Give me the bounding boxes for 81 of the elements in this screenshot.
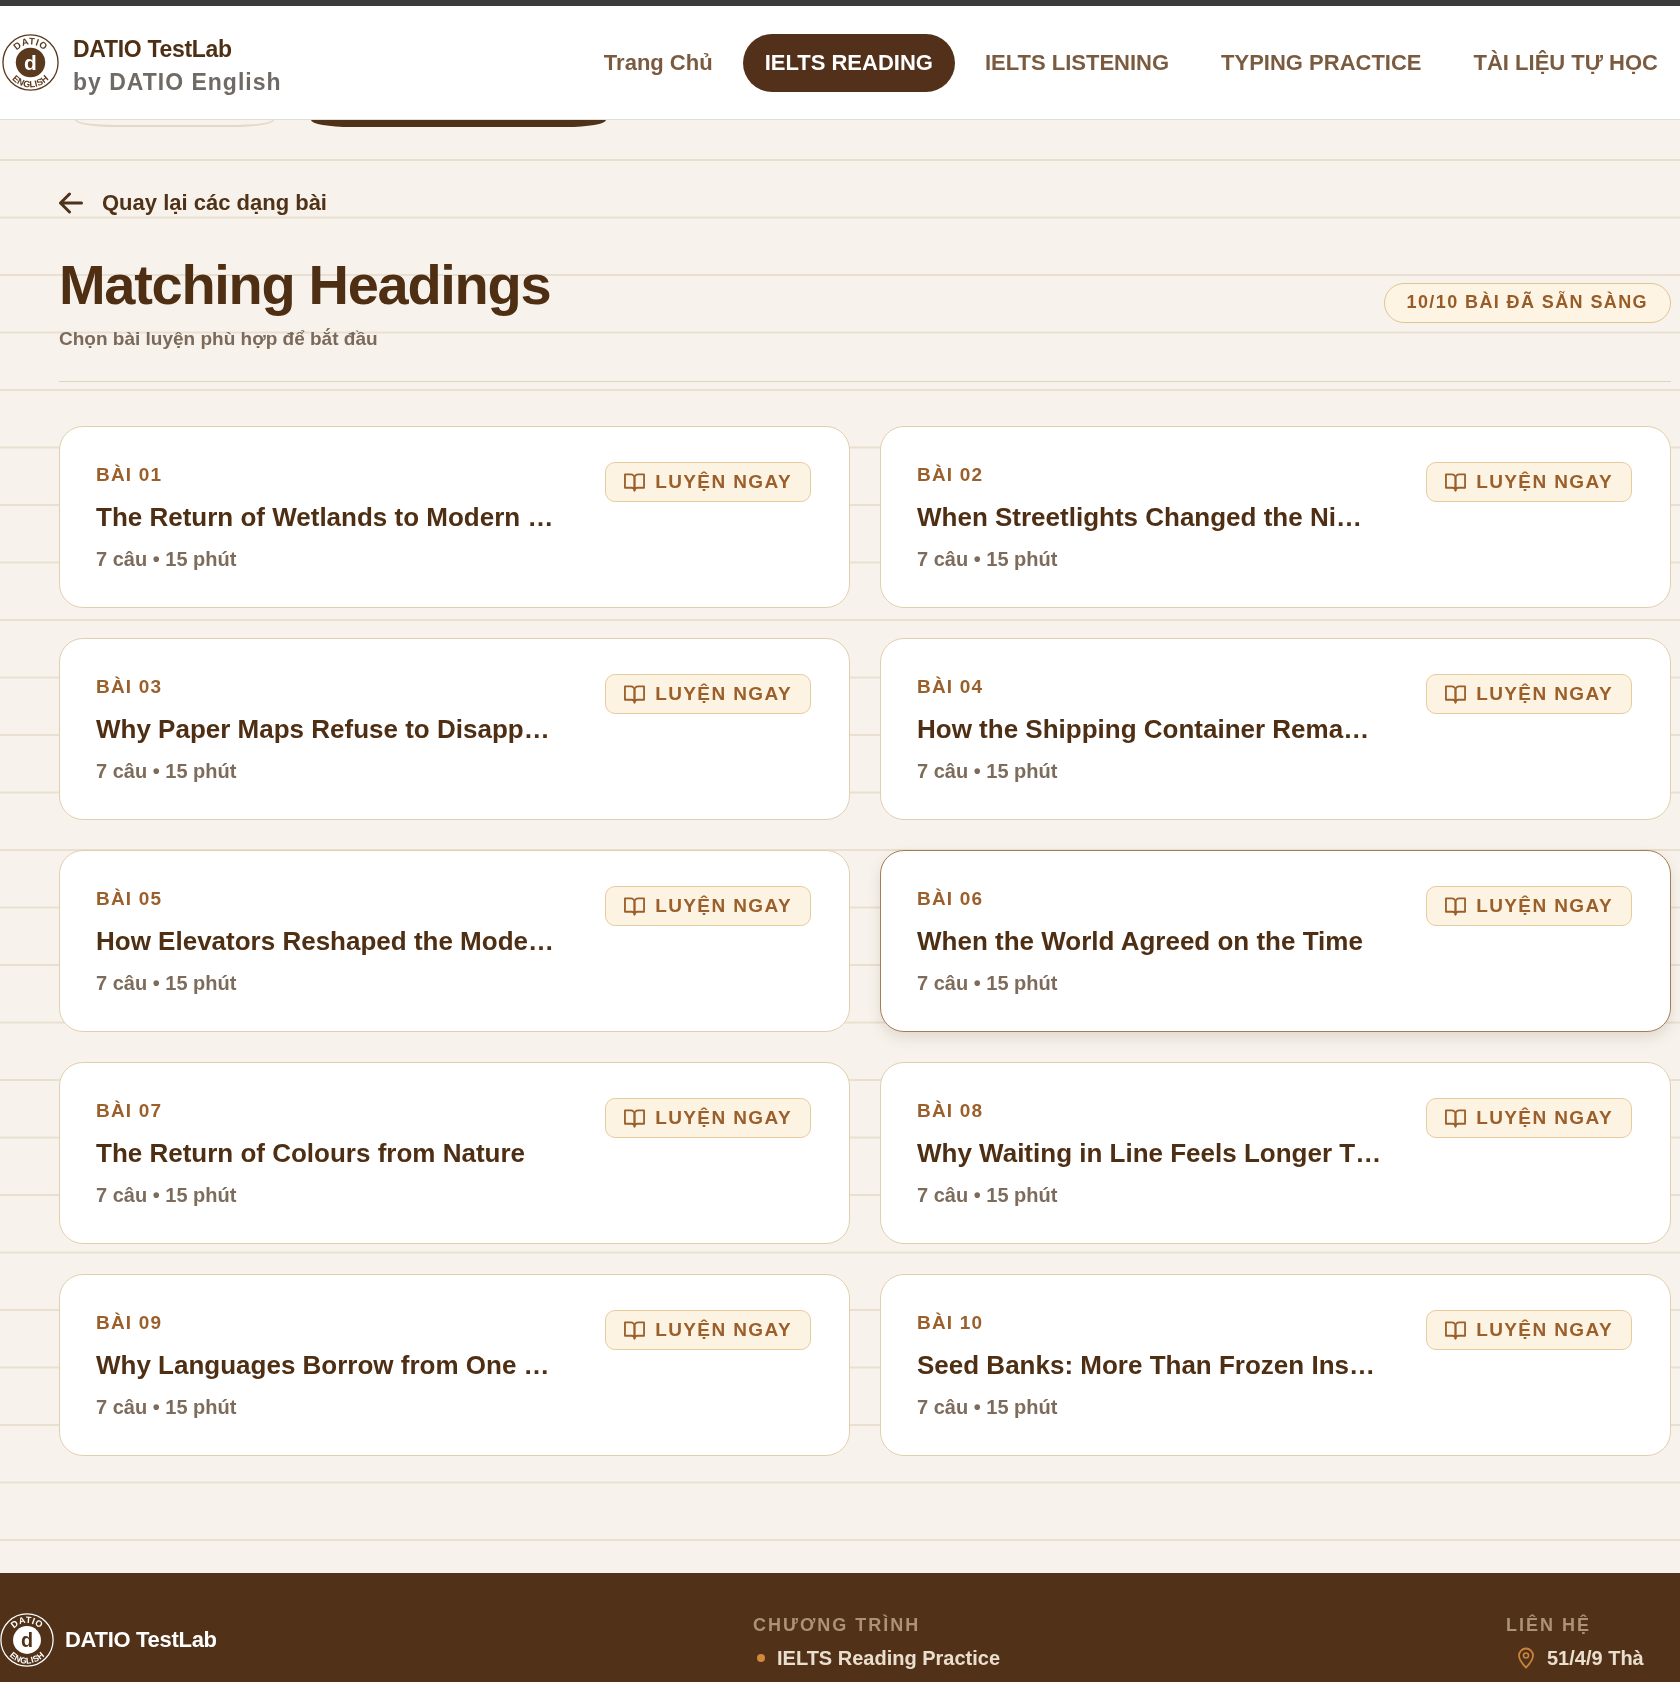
lesson-meta: 7 câu • 15 phút [917,971,1058,996]
book-icon [624,683,646,705]
status-badge: 10/10 BÀI ĐÃ SẴN SÀNG [1383,282,1671,323]
lesson-title: How the Shipping Container Rema… [917,713,1370,746]
book-icon [1445,471,1467,493]
lesson-number: BÀI 03 [96,675,163,699]
lesson-number: BÀI 06 [917,887,984,911]
lesson-title: The Return of Colours from Nature [96,1137,525,1170]
practice-button[interactable]: LUYỆN NGAY [605,1098,811,1138]
lesson-card[interactable]: BÀI 06 When the World Agreed on the Time 7 câu • 15 phút LUYỆN NGAY [880,850,1671,1032]
book-icon [1445,683,1467,705]
lesson-meta: 7 câu • 15 phút [917,759,1058,784]
practice-button[interactable]: LUYỆN NGAY [1426,886,1632,926]
address-text: 51/4/9 Thà [1547,1646,1644,1671]
lesson-meta: 7 câu • 15 phút [96,547,237,572]
lesson-meta: 7 câu • 15 phút [917,1395,1058,1420]
footer-brand-name: DATIO TestLab [65,1626,217,1654]
nav-link[interactable]: TÀI LIỆU TỰ HỌC [1451,33,1680,92]
nav-link[interactable]: IELTS LISTENING [962,33,1192,92]
location-pin-icon [1517,1647,1535,1669]
practice-button[interactable]: LUYỆN NGAY [605,462,811,502]
brand-name: DATIO TestLab [73,34,233,64]
lesson-card[interactable]: BÀI 05 How Elevators Reshaped the Mode… 7 câu • 15 phút LUYỆN NGAY [59,850,850,1032]
lesson-title: How Elevators Reshaped the Mode… [96,925,554,958]
practice-button[interactable]: LUYỆN NGAY [1426,1098,1632,1138]
practice-button[interactable]: LUYỆN NGAY [605,674,811,714]
brand-logo[interactable]: DATIO d ENGLISH [2,34,59,91]
lesson-number: BÀI 07 [96,1099,163,1123]
book-icon [624,1107,646,1129]
bullet-dot-icon [757,1654,765,1662]
brand-tagline: by DATIO English [73,67,282,97]
nav-link[interactable]: IELTS READING [742,33,955,92]
lesson-card[interactable]: BÀI 08 Why Waiting in Line Feels Longer T… 7 câu • 15 phút LUYỆN NGAY [880,1062,1671,1244]
lesson-number: BÀI 05 [96,887,163,911]
footer-link[interactable]: IELTS Reading Practice [777,1645,1001,1671]
lesson-card[interactable]: BÀI 09 Why Languages Borrow from One … 7 câu • 15 phút LUYỆN NGAY [59,1274,850,1456]
lesson-card[interactable]: BÀI 03 Why Paper Maps Refuse to Disapp… 7 câu • 15 phút LUYỆN NGAY [59,638,850,820]
nav-link[interactable]: TYPING PRACTICE [1199,33,1444,92]
book-icon [1445,1319,1467,1341]
lesson-number: BÀI 09 [96,1311,163,1335]
lesson-meta: 7 câu • 15 phút [96,971,237,996]
book-icon [1445,895,1467,917]
book-icon [624,895,646,917]
footer-column-heading: CHƯƠNG TRÌNH [753,1613,922,1637]
lesson-card[interactable]: BÀI 01 The Return of Wetlands to Modern … 7 câu • 15 phút LUYỆN NGAY [59,426,850,608]
lesson-meta: 7 câu • 15 phút [96,1395,237,1420]
book-icon [624,471,646,493]
lesson-title: Why Paper Maps Refuse to Disapp… [96,713,550,746]
lesson-title: When the World Agreed on the Time [917,925,1363,958]
lesson-card[interactable]: BÀI 02 When Streetlights Changed the Ni… 7 câu • 15 phút LUYỆN NGAY [880,426,1671,608]
lesson-number: BÀI 02 [917,463,984,487]
practice-button[interactable]: LUYỆN NGAY [605,1310,811,1350]
lesson-title: The Return of Wetlands to Modern … [96,501,554,534]
lesson-number: BÀI 08 [917,1099,984,1123]
footer-logo: DATIO d ENGLISH [0,1613,54,1667]
page-title: Matching Headings [59,254,551,316]
lesson-card[interactable]: BÀI 07 The Return of Colours from Nature 7 câu • 15 phút LUYỆN NGAY [59,1062,850,1244]
lesson-number: BÀI 10 [917,1311,984,1335]
arrow-left-icon [59,192,83,214]
practice-button[interactable]: LUYỆN NGAY [1426,1310,1632,1350]
lesson-number: BÀI 01 [96,463,163,487]
practice-button[interactable]: LUYỆN NGAY [1426,674,1632,714]
lesson-number: BÀI 04 [917,675,984,699]
lesson-meta: 7 câu • 15 phút [96,759,237,784]
lesson-card[interactable]: BÀI 10 Seed Banks: More Than Frozen Ins… 7 câu • 15 phút LUYỆN NGAY [880,1274,1671,1456]
lesson-card[interactable]: BÀI 04 How the Shipping Container Rema… 7 câu • 15 phút LUYỆN NGAY [880,638,1671,820]
book-icon [624,1319,646,1341]
lesson-meta: 7 câu • 15 phút [96,1183,237,1208]
lesson-meta: 7 câu • 15 phút [917,1183,1058,1208]
book-icon [1445,1107,1467,1129]
lesson-title: When Streetlights Changed the Ni… [917,501,1362,534]
lesson-title: Why Languages Borrow from One … [96,1349,550,1382]
lesson-title: Seed Banks: More Than Frozen Ins… [917,1349,1375,1382]
lesson-meta: 7 câu • 15 phút [917,547,1058,572]
page-subtitle: Chọn bài luyện phù hợp để bắt đầu [59,327,379,351]
practice-button[interactable]: LUYỆN NGAY [605,886,811,926]
lesson-title: Why Waiting in Line Feels Longer T… [917,1137,1382,1170]
footer-column-heading: LIÊN HỆ [1506,1613,1592,1637]
nav-link[interactable]: Trang Chủ [581,33,735,92]
practice-button[interactable]: LUYỆN NGAY [1426,462,1632,502]
back-link[interactable]: Quay lại các dạng bài [59,188,327,218]
